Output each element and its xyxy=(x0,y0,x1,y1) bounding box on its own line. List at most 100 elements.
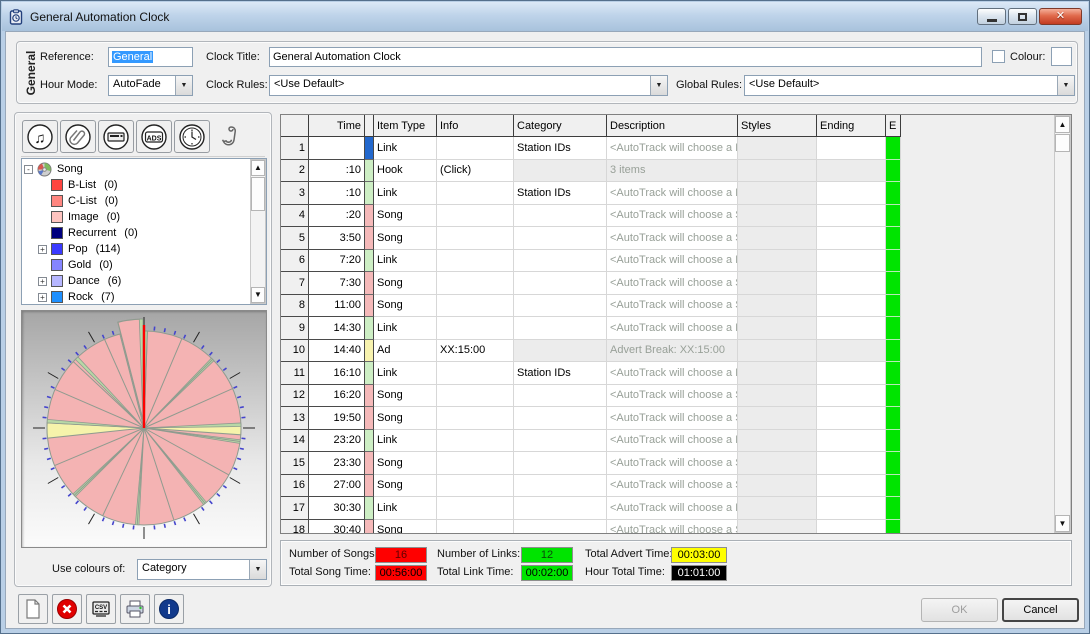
info-cell xyxy=(437,407,514,430)
grid-row-6[interactable]: 67:20Link<AutoTrack will choose a L xyxy=(281,250,901,273)
grid-row-10[interactable]: 1014:40AdXX:15:00Advert Break: XX:15:00 xyxy=(281,340,901,363)
tree-scroll-up-icon[interactable]: ▲ xyxy=(251,160,265,176)
styles-cell xyxy=(738,497,817,520)
wheel-minute-tick xyxy=(174,331,175,335)
tree-item-dance[interactable]: +Dance(6) xyxy=(24,273,248,289)
hour-mode-combo[interactable]: AutoFade ▼ xyxy=(108,75,193,96)
global-rules-dropdown-arrow-icon[interactable]: ▼ xyxy=(1057,76,1074,95)
grid-row-4[interactable]: 4:20Song<AutoTrack will choose a S xyxy=(281,205,901,228)
grid-column-header-Item Type[interactable]: Item Type xyxy=(374,115,437,137)
category-cell xyxy=(514,452,607,475)
grid-row-3[interactable]: 3:10LinkStation IDs<AutoTrack will choos… xyxy=(281,182,901,205)
grid-column-header-Time[interactable]: Time xyxy=(309,115,365,137)
cart-tool-button[interactable] xyxy=(98,120,134,153)
grid-row-17[interactable]: 1730:30Link<AutoTrack will choose a L xyxy=(281,497,901,520)
title-bar: General Automation Clock ✕ xyxy=(2,2,1088,31)
song-tool-button[interactable]: ♫ xyxy=(22,120,58,153)
grid-row-13[interactable]: 1319:50Song<AutoTrack will choose a S xyxy=(281,407,901,430)
tree-item-song-root[interactable]: -Song xyxy=(24,161,248,177)
grid-column-header-blank-2[interactable] xyxy=(365,115,374,137)
tree-item-rock[interactable]: +Rock(7) xyxy=(24,289,248,305)
tree-item-label: B-List xyxy=(68,179,96,191)
reference-input[interactable]: General xyxy=(108,47,193,67)
tree-scroll-down-icon[interactable]: ▼ xyxy=(251,287,265,303)
use-colours-dropdown-arrow-icon[interactable]: ▼ xyxy=(249,560,266,579)
colour-swatch-box[interactable] xyxy=(1051,47,1072,66)
description-cell: <AutoTrack will choose a L xyxy=(607,430,738,453)
grid-row-2[interactable]: 2:10Hook(Click)3 items xyxy=(281,160,901,183)
tree-item-c-list[interactable]: C-List(0) xyxy=(24,193,248,209)
grid-scroll-thumb[interactable] xyxy=(1055,134,1070,152)
use-colours-combo[interactable]: Category ▼ xyxy=(137,559,267,580)
wheel-minute-tick xyxy=(174,521,175,525)
grid-row-1[interactable]: 1LinkStation IDs<AutoTrack will choose a… xyxy=(281,137,901,160)
tree-scrollbar[interactable]: ▲ ▼ xyxy=(250,159,266,304)
tree-collapse-icon[interactable]: - xyxy=(24,165,33,174)
cd-icon xyxy=(37,162,52,177)
grid-row-9[interactable]: 914:30Link<AutoTrack will choose a L xyxy=(281,317,901,340)
tree-expand-icon[interactable]: + xyxy=(38,293,47,302)
tree-item-recurrent[interactable]: Recurrent(0) xyxy=(24,225,248,241)
grid-row-14[interactable]: 1423:20Link<AutoTrack will choose a L xyxy=(281,430,901,453)
wheel-minute-tick xyxy=(84,507,86,510)
info-cell xyxy=(437,385,514,408)
grid-column-header-Ending[interactable]: Ending xyxy=(817,115,886,137)
grid-row-7[interactable]: 77:30Song<AutoTrack will choose a S xyxy=(281,272,901,295)
tree-item-count: (0) xyxy=(107,211,120,223)
grid-row-8[interactable]: 811:00Song<AutoTrack will choose a S xyxy=(281,295,901,318)
minimize-button[interactable] xyxy=(977,8,1006,25)
maximize-button[interactable] xyxy=(1008,8,1037,25)
grid-scroll-down-icon[interactable]: ▼ xyxy=(1055,515,1070,532)
link-tool-button[interactable] xyxy=(60,120,96,153)
grid-row-15[interactable]: 1523:30Song<AutoTrack will choose a S xyxy=(281,452,901,475)
tree-item-gold[interactable]: Gold(0) xyxy=(24,257,248,273)
clock-rules-combo[interactable]: <Use Default> ▼ xyxy=(269,75,668,96)
svg-text:♫: ♫ xyxy=(34,130,45,147)
ending-cell xyxy=(817,452,886,475)
clock-title-input[interactable]: General Automation Clock xyxy=(269,47,982,67)
grid-row-5[interactable]: 53:50Song<AutoTrack will choose a S xyxy=(281,227,901,250)
grid-column-header-Styles[interactable]: Styles xyxy=(738,115,817,137)
time-cell: 30:40 xyxy=(309,520,365,535)
description-cell: <AutoTrack will choose a S xyxy=(607,475,738,498)
time-cell: 30:30 xyxy=(309,497,365,520)
grid-row-16[interactable]: 1627:00Song<AutoTrack will choose a S xyxy=(281,475,901,498)
ok-button[interactable]: OK xyxy=(921,598,998,622)
grid-row-12[interactable]: 1216:20Song<AutoTrack will choose a S xyxy=(281,385,901,408)
tree-item-b-list[interactable]: B-List(0) xyxy=(24,177,248,193)
grid-column-header-blank-0[interactable] xyxy=(281,115,309,137)
cancel-button[interactable]: Cancel xyxy=(1002,598,1079,622)
clock-rules-dropdown-arrow-icon[interactable]: ▼ xyxy=(650,76,667,95)
print-button[interactable] xyxy=(120,594,150,624)
grid-column-header-E[interactable]: E xyxy=(886,115,901,137)
csv-export-button[interactable]: CSV xyxy=(86,594,116,624)
new-clock-button[interactable] xyxy=(18,594,48,624)
tree-scroll-thumb[interactable] xyxy=(251,177,265,211)
close-button[interactable]: ✕ xyxy=(1039,8,1082,25)
tree-expand-icon[interactable]: + xyxy=(38,245,47,254)
end-flag-cell xyxy=(886,182,901,205)
grid-column-header-Info[interactable]: Info xyxy=(437,115,514,137)
advert-tool-button[interactable]: ADS xyxy=(136,120,172,153)
colour-checkbox[interactable] xyxy=(992,50,1005,63)
clock-rules-label: Clock Rules: xyxy=(206,79,268,91)
tree-item-image[interactable]: Image(0) xyxy=(24,209,248,225)
grid-row-18[interactable]: 1830:40Song<AutoTrack will choose a S xyxy=(281,520,901,535)
grid-scroll-up-icon[interactable]: ▲ xyxy=(1055,116,1070,133)
info-cell: (Click) xyxy=(437,160,514,183)
global-rules-combo[interactable]: <Use Default> ▼ xyxy=(744,75,1075,96)
tree-expand-icon[interactable]: + xyxy=(38,277,47,286)
grid-row-11[interactable]: 1116:10LinkStation IDs<AutoTrack will ch… xyxy=(281,362,901,385)
hour-mode-dropdown-arrow-icon[interactable]: ▼ xyxy=(175,76,192,95)
grid-scrollbar[interactable]: ▲ ▼ xyxy=(1054,115,1071,533)
tree-item-pop[interactable]: +Pop(114) xyxy=(24,241,248,257)
time-cell: 14:40 xyxy=(309,340,365,363)
grid-column-header-Description[interactable]: Description xyxy=(607,115,738,137)
grid-column-header-Category[interactable]: Category xyxy=(514,115,607,137)
global-rules-label: Global Rules: xyxy=(676,79,742,91)
info-button[interactable]: i xyxy=(154,594,184,624)
wheel-major-tick xyxy=(230,373,240,379)
hook-tool-button[interactable] xyxy=(214,120,250,153)
clock-tool-button[interactable] xyxy=(174,120,210,153)
delete-button[interactable] xyxy=(52,594,82,624)
